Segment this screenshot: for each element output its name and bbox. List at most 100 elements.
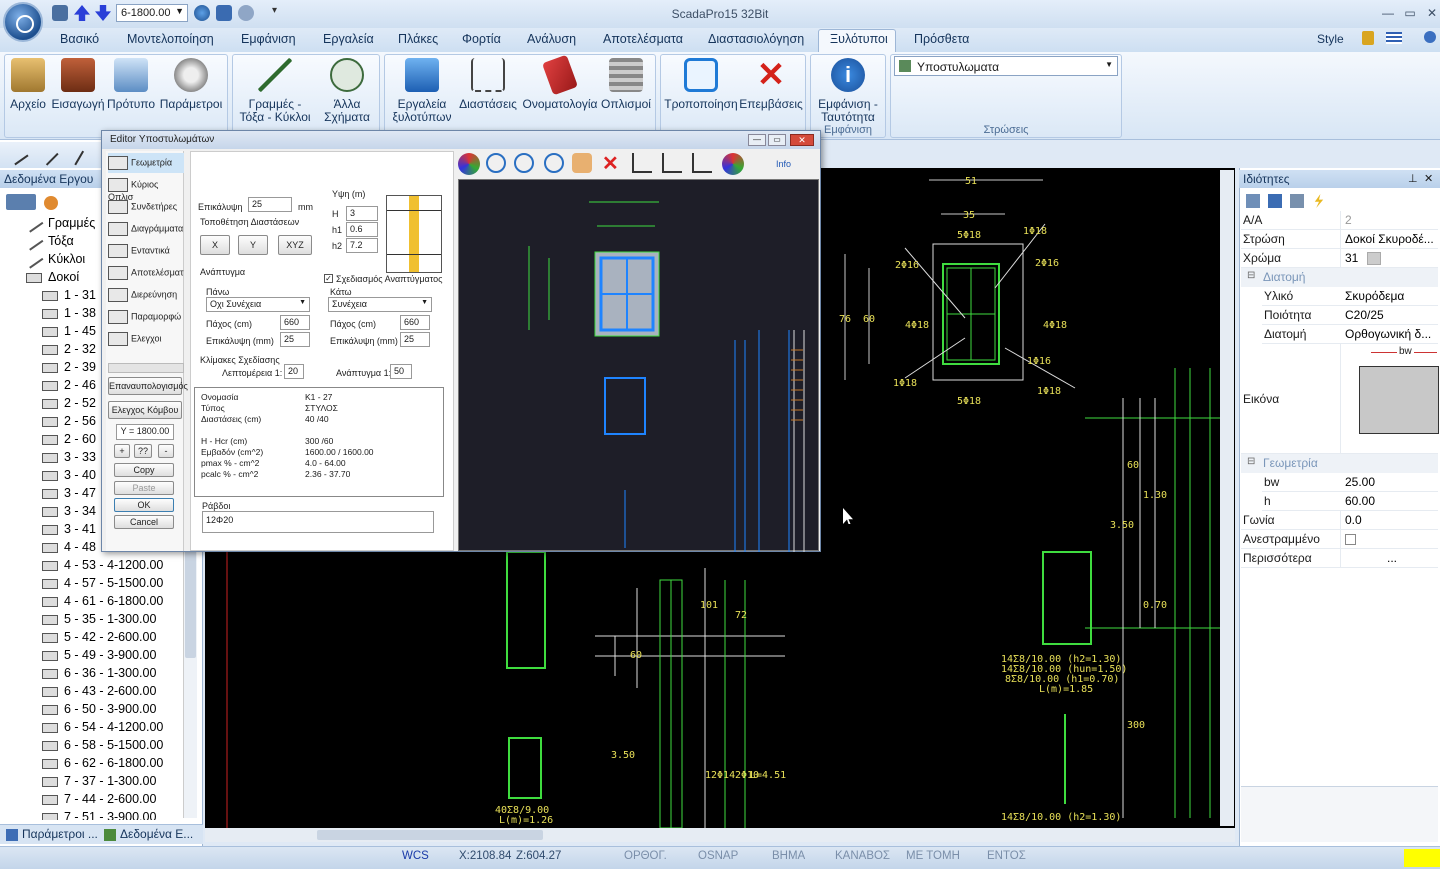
tree-item[interactable]: 1 - 45 xyxy=(42,324,96,338)
tab-basic[interactable]: Βασικό xyxy=(60,32,99,46)
tree-item[interactable]: 3 - 40 xyxy=(42,468,96,482)
tree-item[interactable]: Τόξα xyxy=(24,233,74,251)
reinforcement-button[interactable]: Οπλισμοί xyxy=(600,58,652,111)
dialog-maximize-icon[interactable]: ▭ xyxy=(768,134,786,146)
polyline-icon[interactable] xyxy=(7,144,29,166)
tree-item[interactable]: 6 - 62 - 6-1800.00 xyxy=(42,756,163,770)
tab-loads[interactable]: Φορτία xyxy=(462,32,501,46)
tree-item[interactable]: 3 - 33 xyxy=(42,450,96,464)
prop-row-id[interactable]: Α/Α 2 xyxy=(1241,211,1438,230)
tree-item[interactable]: 7 - 44 - 2-600.00 xyxy=(42,792,156,806)
level-minus-button[interactable]: - xyxy=(158,444,174,458)
line-tool-icon[interactable] xyxy=(37,144,59,166)
sort-az-icon[interactable] xyxy=(1268,194,1282,208)
tree-item[interactable]: 5 - 35 - 1-300.00 xyxy=(42,612,156,626)
node-check-button[interactable]: Ελεγχος Κόμβου xyxy=(108,401,182,419)
level-plus-button[interactable]: + xyxy=(114,444,130,458)
flag-icon[interactable] xyxy=(1386,32,1402,44)
tree-item[interactable]: 7 - 37 - 1-300.00 xyxy=(42,774,156,788)
naming-button[interactable]: Ονοματολογία xyxy=(520,54,600,111)
tree-item[interactable]: 5 - 42 - 2-600.00 xyxy=(42,630,156,644)
prop-row-quality[interactable]: Ποιότητα C20/25 xyxy=(1262,306,1438,325)
tab-analysis[interactable]: Ανάλυση xyxy=(527,32,576,46)
prop-row-bw[interactable]: bw 25.00 xyxy=(1262,473,1438,492)
top-thickness-input[interactable]: 660 xyxy=(280,315,310,330)
prop-category-geometry[interactable]: ⊟ Γεωμετρία xyxy=(1241,454,1438,473)
dim-v-icon[interactable] xyxy=(662,153,682,173)
tab-formwork[interactable]: Ξυλότυποι xyxy=(830,32,888,46)
pin-icon[interactable]: ⊥ xyxy=(1408,172,1418,185)
tree-item[interactable]: Κύκλοι xyxy=(24,251,85,269)
interventions-button[interactable]: ✕ Επεμβάσεις xyxy=(738,58,804,111)
bottom-thickness-input[interactable]: 660 xyxy=(400,315,430,330)
tree-item[interactable]: 4 - 53 - 4-1200.00 xyxy=(42,558,163,572)
tree-item[interactable]: 2 - 32 xyxy=(42,342,96,356)
lines-arcs-button[interactable]: Γραμμές - Τόξα - Κύκλοι xyxy=(236,58,314,124)
dim-all-icon[interactable] xyxy=(692,153,712,173)
other-shapes-button[interactable]: Άλλα Σχήματα xyxy=(318,58,376,124)
bottom-cover-input[interactable]: 25 xyxy=(400,332,430,347)
prop-row-angle[interactable]: Γωνία 0.0 xyxy=(1241,511,1438,530)
tree-item[interactable]: 6 - 50 - 3-900.00 xyxy=(42,702,156,716)
dialog-minimize-icon[interactable]: — xyxy=(748,134,766,146)
dialog-nav-item[interactable]: Διαγράμματα xyxy=(108,219,184,239)
detail-scale-input[interactable]: 20 xyxy=(284,364,304,379)
height-h1-input[interactable]: 0.6 xyxy=(346,222,378,237)
prop-row-section[interactable]: Διατομή Ορθογωνική δ... xyxy=(1262,325,1438,344)
dialog-nav-item[interactable]: Ενταντικά xyxy=(108,241,184,261)
cover-input[interactable]: 25 xyxy=(248,197,292,212)
dim-xyz-button[interactable]: XYZ xyxy=(278,235,312,255)
properties-close-icon[interactable]: ✕ xyxy=(1424,172,1433,185)
tree-item[interactable]: 1 - 38 xyxy=(42,306,96,320)
recalculate-button[interactable]: Επαναυπολογισμός xyxy=(108,377,188,395)
more-button[interactable]: ... xyxy=(1387,551,1397,565)
tree-item[interactable]: 4 - 48 xyxy=(42,540,96,554)
tree-item[interactable]: 3 - 34 xyxy=(42,504,96,518)
parameters-button[interactable]: Παράμετροι xyxy=(158,58,224,111)
application-menu-button[interactable] xyxy=(3,2,43,42)
tree-item[interactable]: 2 - 39 xyxy=(42,360,96,374)
prop-row-more[interactable]: Περισσότερα... xyxy=(1241,549,1438,568)
tab-addons[interactable]: Πρόσθετα xyxy=(914,32,969,46)
bottom-continuity-select[interactable]: Συνέχεια ▼ xyxy=(328,297,432,312)
status-grid[interactable]: ΚΑΝΑΒΟΣ xyxy=(835,850,890,862)
column-preview[interactable] xyxy=(458,179,819,552)
level-help-button[interactable]: ?? xyxy=(134,444,152,458)
render-icon[interactable] xyxy=(458,153,480,175)
file-button[interactable]: Αρχείο xyxy=(8,58,48,111)
canvas-vertical-scrollbar[interactable] xyxy=(1220,170,1234,826)
tree-item[interactable]: 2 - 60 xyxy=(42,432,96,446)
status-inside[interactable]: ΕΝΤΟΣ xyxy=(987,850,1026,862)
prop-row-layer[interactable]: Στρώση Δοκοί Σκυροδέ... xyxy=(1241,230,1438,249)
ok-button[interactable]: OK xyxy=(114,498,174,512)
development-scale-input[interactable]: 50 xyxy=(390,364,412,379)
display-identity-button[interactable]: i Εμφάνιση - Ταυτότητα xyxy=(812,58,884,124)
tab-view[interactable]: Εμφάνιση xyxy=(241,32,296,46)
render-3d-icon[interactable] xyxy=(722,153,744,175)
tree-item[interactable]: 1 - 31 xyxy=(42,288,96,302)
help-icon[interactable] xyxy=(1424,31,1436,43)
zoom-window-icon[interactable] xyxy=(544,153,564,173)
zoom-out-icon[interactable] xyxy=(514,153,534,173)
formwork-tools-button[interactable]: Εργαλεία ξυλοτύπων xyxy=(390,58,454,124)
status-wcs[interactable]: WCS xyxy=(402,850,429,862)
top-continuity-select[interactable]: Οχι Συνέχεια ▼ xyxy=(206,297,310,312)
property-pages-icon[interactable] xyxy=(1290,194,1304,208)
status-intersection[interactable]: ΜΕ ΤΟΜΗ xyxy=(906,850,960,862)
tree-item[interactable]: 7 - 51 - 3-900.00 xyxy=(42,810,156,820)
tab-project-data[interactable]: Δεδομένα Ε... xyxy=(104,827,193,841)
tree-item[interactable]: 6 - 43 - 2-600.00 xyxy=(42,684,156,698)
tree-item[interactable]: Δοκοί xyxy=(26,270,79,284)
tab-modeling[interactable]: Μοντελοποίηση xyxy=(127,32,214,46)
dialog-nav-item[interactable]: Παραμορφώ xyxy=(108,307,184,327)
dim-y-button[interactable]: Y xyxy=(238,235,268,255)
paste-button[interactable]: Paste xyxy=(114,481,174,495)
draw-development-checkbox[interactable]: ✓ xyxy=(324,274,333,283)
tree-item[interactable]: 4 - 57 - 5-1500.00 xyxy=(42,576,163,590)
dialog-nav-item[interactable]: Αποτελέσματ xyxy=(108,263,184,283)
tree-item[interactable]: 6 - 58 - 5-1500.00 xyxy=(42,738,163,752)
dialog-nav-item[interactable]: Ελεγχοι xyxy=(108,329,184,349)
delete-view-icon[interactable]: ✕ xyxy=(602,151,624,175)
prop-category-section[interactable]: ⊟ Διατομή xyxy=(1241,268,1438,287)
canvas-horizontal-scrollbar[interactable] xyxy=(205,828,1235,842)
